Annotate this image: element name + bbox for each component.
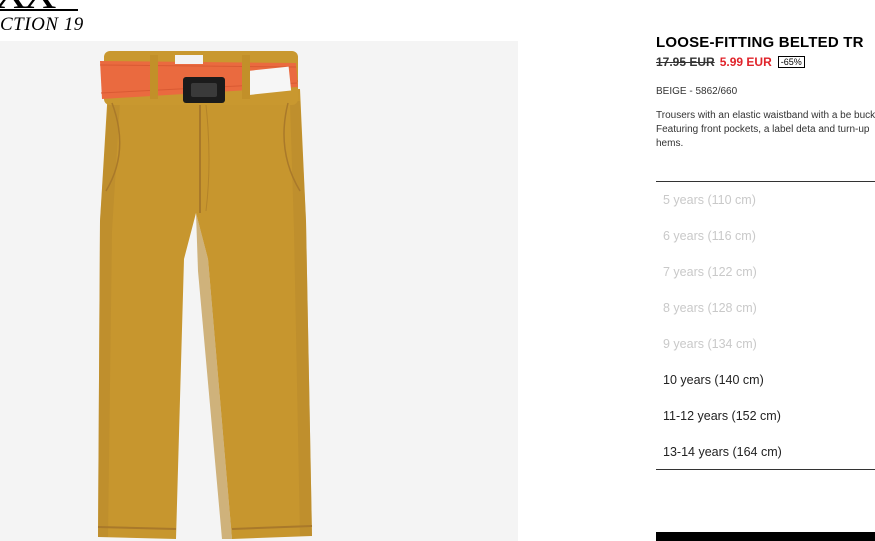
size-option[interactable]: 10 years (140 cm): [656, 362, 875, 398]
size-list-bottom-divider: [656, 469, 875, 470]
brand-logo[interactable]: XX CTION 19: [0, 0, 120, 40]
sale-price: 5.99 EUR: [719, 55, 772, 69]
product-title: LOOSE-FITTING BELTED TR: [656, 34, 864, 51]
price-row: 17.95 EUR 5.99 EUR -65%: [656, 55, 805, 69]
logo-underline: [0, 9, 78, 11]
size-option[interactable]: 13-14 years (164 cm): [656, 434, 875, 470]
size-option: 9 years (134 cm): [663, 337, 757, 351]
size-option: 8 years (128 cm): [663, 301, 757, 315]
discount-badge: -65%: [777, 56, 805, 68]
size-option: 7 years (122 cm): [663, 265, 757, 279]
product-description: Trousers with an elastic waistband with …: [656, 110, 875, 149]
size-option: 6 years (116 cm): [663, 229, 756, 243]
add-to-cart-button[interactable]: [656, 532, 875, 541]
collection-label: CTION 19: [0, 14, 84, 35]
trousers-image: [97, 51, 313, 539]
size-option[interactable]: 11-12 years (152 cm): [656, 398, 875, 434]
product-info-panel: LOOSE-FITTING BELTED TR 17.95 EUR 5.99 EU…: [656, 0, 875, 541]
size-list: 5 years (110 cm) 6 years (116 cm) 7 year…: [656, 182, 875, 470]
color-reference: BEIGE - 5862/660: [656, 86, 738, 97]
size-option: 5 years (110 cm): [663, 193, 756, 207]
product-image[interactable]: [0, 41, 518, 541]
old-price: 17.95 EUR: [656, 55, 715, 69]
